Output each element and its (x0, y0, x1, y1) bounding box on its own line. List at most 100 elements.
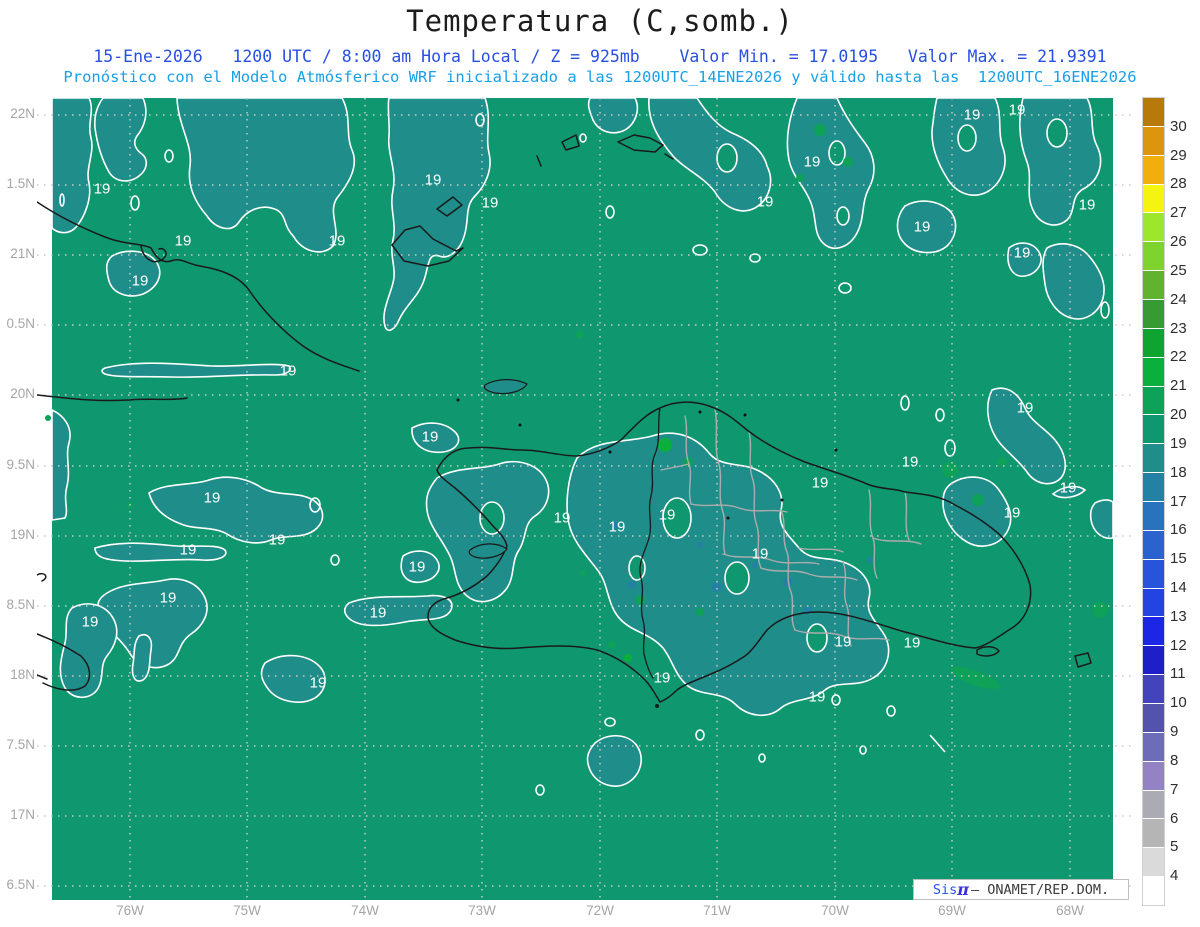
colorbar-segment (1143, 559, 1164, 589)
colorbar-tick-label: 7 (1170, 780, 1179, 798)
lon-tick-label: 70W (821, 903, 849, 918)
contour-label: 19 (834, 633, 852, 651)
lon-tick-label: 69W (938, 903, 966, 918)
colorbar-tick-label: 12 (1170, 636, 1187, 654)
lat-tick-label: 0.5N (6, 316, 35, 331)
colorbar-tick-label: 18 (1170, 463, 1187, 481)
colorbar-tick-label: 4 (1170, 867, 1179, 885)
contour-label: 19 (553, 509, 571, 527)
contour-label: 19 (174, 232, 192, 250)
colorbar-tick-label: 8 (1170, 751, 1179, 769)
contour-label: 19 (268, 531, 286, 549)
contour-label: 19 (903, 634, 921, 652)
contour-label: 19 (309, 674, 327, 692)
lat-tick-label: 7.5N (6, 737, 35, 752)
contour-label: 19 (901, 453, 919, 471)
contour-label: 19 (1008, 101, 1026, 119)
colorbar-tick-label: 10 (1170, 694, 1187, 712)
contour-label: 19 (808, 688, 826, 706)
colorbar-segment (1143, 242, 1164, 272)
colorbar-segment (1143, 415, 1164, 445)
contour-label: 19 (424, 171, 442, 189)
contour-label: 19 (1078, 196, 1096, 214)
colorbar-tick-label: 28 (1170, 175, 1187, 193)
colorbar-segment (1143, 848, 1164, 878)
colorbar-segment (1143, 184, 1164, 214)
lon-tick-label: 72W (586, 903, 614, 918)
contour-label: 19 (279, 362, 297, 380)
colorbar-segment (1143, 328, 1164, 358)
colorbar-segment (1143, 761, 1164, 791)
colorbar-segment (1143, 819, 1164, 849)
lon-tick-label: 76W (116, 903, 144, 918)
colorbar-segment (1143, 126, 1164, 156)
contour-label: 19 (328, 232, 346, 250)
contour-label: 19 (93, 180, 111, 198)
contour-label: 19 (1059, 479, 1077, 497)
colorbar-segment (1143, 300, 1164, 329)
lat-tick-label: 1.5N (6, 176, 35, 191)
colorbar-segment (1143, 444, 1164, 474)
colorbar-segment (1143, 675, 1164, 705)
colorbar-segment (1143, 213, 1164, 243)
contour-label: 19 (1003, 504, 1021, 522)
colorbar-tick-label: 11 (1170, 665, 1186, 683)
colorbar-segment (1143, 588, 1164, 618)
colorbar-segment (1143, 357, 1164, 387)
colorbar-tick-label: 14 (1170, 578, 1187, 596)
colorbar-segment (1143, 704, 1164, 733)
contour-label: 19 (131, 272, 149, 290)
colorbar-segment (1143, 732, 1164, 762)
contour-label: 19 (913, 218, 931, 236)
colorbar-segment (1143, 617, 1164, 647)
lat-tick-label: 9.5N (6, 457, 35, 472)
contour-label: 19 (963, 106, 981, 124)
contour-label: 19 (1016, 399, 1034, 417)
weather-map-page: { "header": { "title": "Temperatura (C,s… (0, 0, 1200, 927)
contour-label: 19 (756, 193, 774, 211)
lat-tick-label: 6.5N (6, 877, 35, 892)
lat-tick-label: 18N (10, 667, 35, 682)
contour-label: 19 (658, 506, 676, 524)
colorbar-segment (1143, 98, 1164, 127)
contour-label: 19 (421, 428, 439, 446)
colorbar-tick-label: 17 (1170, 492, 1187, 510)
lat-tick-label: 21N (10, 246, 35, 261)
colorbar-tick-label: 19 (1170, 434, 1187, 452)
map-plot-area: 19 19 19 19 19 19 19 19 19 19 19 19 19 19 19 19 19 19 19 19… (37, 98, 1135, 900)
lon-tick-label: 73W (468, 903, 496, 918)
contour-label: 19 (803, 153, 821, 171)
lon-tick-label: 74W (351, 903, 379, 918)
sispi-logo-text: Sis (932, 881, 958, 898)
lat-tick-label: 20N (10, 386, 35, 401)
colorbar-tick-label: 5 (1170, 838, 1179, 856)
colorbar-tick-label: 22 (1170, 348, 1187, 366)
colorbar-segment (1143, 386, 1164, 416)
lat-tick-label: 22N (10, 106, 35, 121)
lat-tick-label: 17N (10, 807, 35, 822)
colorbar-segment (1143, 646, 1164, 676)
colorbar-tick-label: 25 (1170, 261, 1187, 279)
colorbar-tick-label: 29 (1170, 146, 1187, 164)
colorbar-tick-label: 13 (1170, 607, 1187, 625)
temperature-colorbar (1142, 97, 1165, 906)
contour-label: 19 (159, 589, 177, 607)
page-title: Temperatura (C,somb.) (406, 4, 794, 38)
colorbar-tick-label: 20 (1170, 406, 1187, 424)
colorbar-tick-label: 15 (1170, 550, 1187, 568)
org-label: – ONAMET/REP.DOM. (970, 881, 1110, 898)
colorbar-segment (1143, 877, 1164, 906)
colorbar-tick-label: 21 (1170, 377, 1187, 395)
colorbar-tick-label: 9 (1170, 723, 1179, 741)
contour-label: 19 (179, 541, 197, 559)
lon-tick-label: 75W (233, 903, 261, 918)
contour-label: 19 (751, 545, 769, 563)
colorbar-segment (1143, 502, 1164, 531)
colorbar-segment (1143, 530, 1164, 560)
colorbar-tick-label: 26 (1170, 233, 1187, 251)
lon-tick-label: 71W (703, 903, 731, 918)
colorbar-tick-label: 23 (1170, 319, 1187, 337)
colorbar-segment (1143, 155, 1164, 185)
colorbar-tick-label: 27 (1170, 204, 1187, 222)
contour-label: 19 (369, 604, 387, 622)
